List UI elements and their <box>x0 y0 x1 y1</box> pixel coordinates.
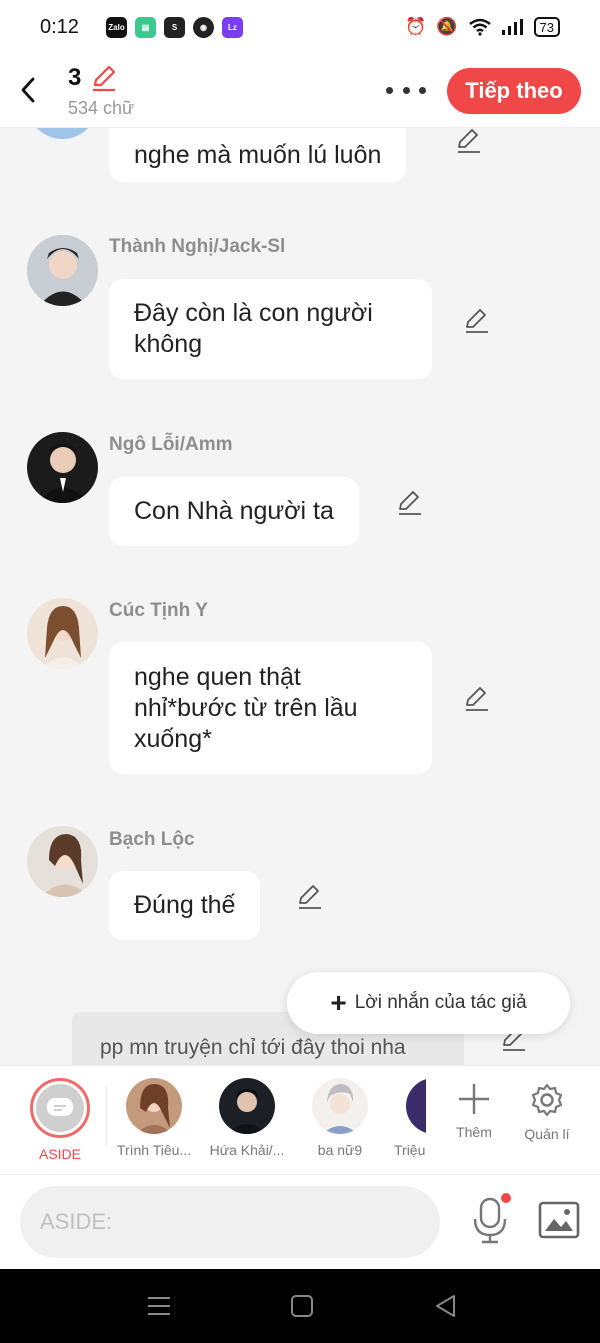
avatar[interactable] <box>27 598 98 669</box>
add-label: Thêm <box>456 1124 492 1140</box>
status-time: 0:12 <box>40 15 79 38</box>
edit-message-icon[interactable] <box>463 686 491 714</box>
messages-icon: ▤ <box>135 16 156 38</box>
next-button[interactable]: Tiếp theo <box>447 68 581 114</box>
chrome-icon: ◉ <box>193 16 214 38</box>
author-note-label: Lời nhắn của tác giả <box>354 992 527 1013</box>
message-bubble[interactable]: Đây còn là con người không <box>109 279 432 379</box>
edit-message-icon[interactable] <box>396 490 424 518</box>
gear-icon <box>531 1083 563 1117</box>
input-bar: ASIDE: <box>0 1175 600 1269</box>
avatar <box>312 1078 368 1134</box>
avatar <box>219 1078 275 1134</box>
battery-indicator: 73 <box>533 17 560 37</box>
character-label: Trình Tiêu... <box>116 1142 192 1158</box>
menu-icon[interactable] <box>145 1294 173 1318</box>
zalo-icon: Zalo <box>106 16 127 38</box>
character-aside[interactable]: ASIDE <box>13 1078 107 1162</box>
character-label: ASIDE <box>38 1146 81 1162</box>
character-bar: ASIDE Trình Tiêu... Hứa Khải/... ba nữ9 … <box>0 1065 600 1175</box>
message-bubble[interactable]: nghe quen thật nhỉ*bước từ trên lầu xuốn… <box>109 642 432 774</box>
edit-message-icon[interactable] <box>455 128 483 156</box>
chat-area: nghe mà muốn lú luôn Thành Nghị/Jack-Sl … <box>0 128 600 1065</box>
manage-label: Quản lí <box>524 1126 570 1142</box>
character-label: ba nữ9 <box>317 1142 363 1158</box>
status-bar: 0:12 Zalo ▤ S ◉ Lz ⏰ 🔕 73 <box>0 0 600 54</box>
signal-icon <box>501 19 523 35</box>
sender-name: Thành Nghị/Jack-Sl <box>109 236 286 257</box>
editor-header: 3 534 chữ Tiếp theo <box>0 54 600 128</box>
avatar[interactable] <box>27 128 98 139</box>
word-count: 534 chữ <box>68 98 135 118</box>
character-label: Hứa Khải/... <box>209 1142 285 1158</box>
alarm-icon: ⏰ <box>405 17 427 36</box>
aside-chat-icon <box>47 1098 73 1116</box>
avatar <box>406 1078 426 1134</box>
add-character-button[interactable]: Thêm <box>438 1082 510 1140</box>
avatar[interactable] <box>27 432 98 503</box>
avatar[interactable] <box>27 235 98 306</box>
lazada-icon: Lz <box>222 16 243 38</box>
message-bubble[interactable]: nghe mà muốn lú luôn <box>109 128 407 182</box>
author-note-button[interactable]: + Lời nhắn của tác giả <box>287 972 570 1034</box>
avatar <box>126 1078 182 1134</box>
sender-name: Bạch Lộc <box>109 829 195 850</box>
message-input[interactable]: ASIDE: <box>20 1186 440 1258</box>
sender-name: Ngô Lỗi/Amm <box>109 434 233 455</box>
image-icon[interactable] <box>538 1201 580 1239</box>
status-app-icons: Zalo ▤ S ◉ Lz <box>106 16 243 38</box>
chevron-left-icon <box>21 77 35 103</box>
system-nav-bar <box>0 1269 600 1343</box>
edit-message-icon[interactable] <box>296 884 324 912</box>
shopee-icon: S <box>164 16 185 38</box>
edit-title-icon[interactable] <box>90 64 118 92</box>
back-button[interactable] <box>14 72 42 108</box>
more-options-button[interactable] <box>386 78 426 102</box>
plus-icon: + <box>330 987 347 1018</box>
recording-dot <box>501 1193 511 1203</box>
manage-characters-button[interactable]: Quản lí <box>511 1082 583 1142</box>
mute-icon: 🔕 <box>436 17 458 36</box>
character-item[interactable]: Trình Tiêu... <box>107 1078 201 1158</box>
character-label: Triệu <box>394 1142 426 1158</box>
edit-message-icon[interactable] <box>463 308 491 336</box>
character-item[interactable]: Hứa Khải/... <box>200 1078 294 1158</box>
character-item-clipped[interactable]: Triệu <box>386 1066 426 1176</box>
status-indicators: ⏰ 🔕 73 <box>405 17 560 37</box>
plus-icon <box>459 1084 489 1114</box>
sender-name: Cúc Tịnh Y <box>109 600 208 621</box>
back-nav-icon[interactable] <box>432 1294 460 1318</box>
chapter-number: 3 <box>68 64 82 91</box>
avatar[interactable] <box>27 826 98 897</box>
aside-avatar <box>30 1078 90 1138</box>
home-icon[interactable] <box>288 1294 316 1318</box>
wifi-icon <box>468 18 491 36</box>
character-item[interactable]: ba nữ9 <box>293 1078 387 1158</box>
message-bubble[interactable]: Đúng thế <box>109 871 261 940</box>
message-bubble[interactable]: Con Nhà người ta <box>109 477 359 546</box>
